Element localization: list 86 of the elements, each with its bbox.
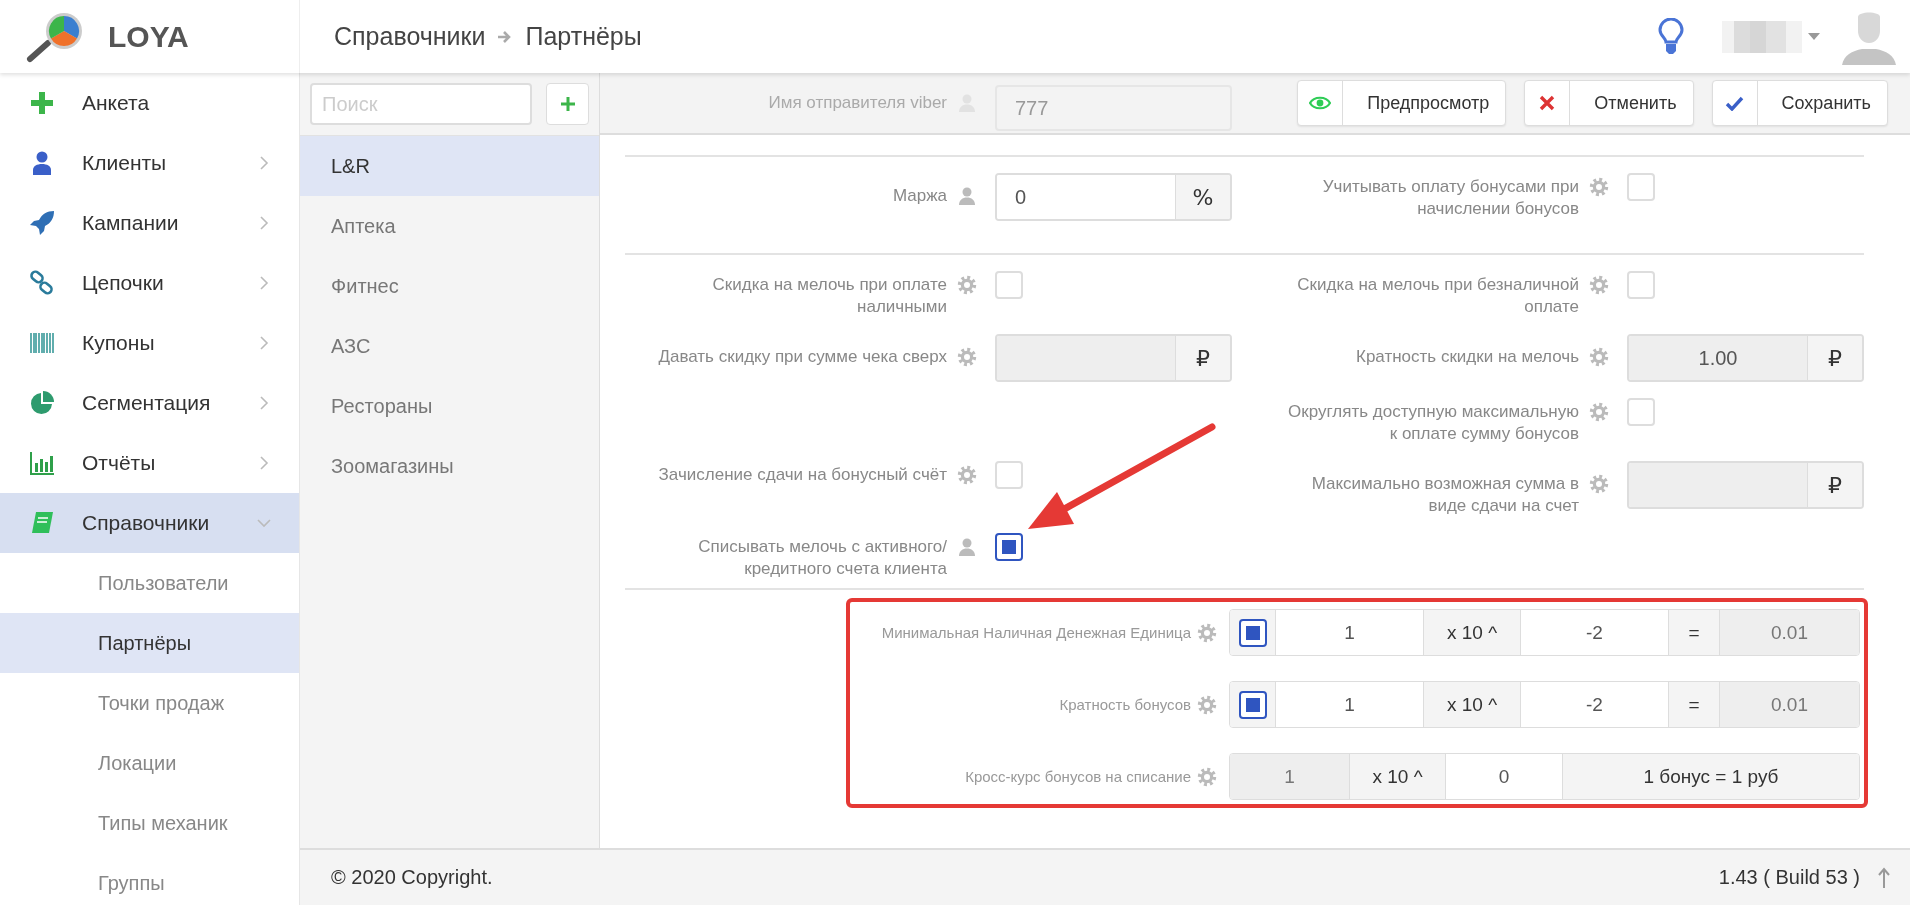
equals-sign: = — [1668, 682, 1719, 727]
number-field: 1 — [1230, 754, 1349, 799]
field-label: Давать скидку при сумме чека сверх — [657, 346, 947, 368]
field-label: Кросс-курс бонусов на списание — [964, 768, 1191, 785]
partner-item[interactable]: Рестораны — [300, 376, 599, 436]
lightbulb-icon — [1658, 17, 1684, 56]
field-label: Маржа — [891, 185, 947, 207]
field-label: Списывать мелочь с активного/кредитного счета клиента — [697, 536, 947, 580]
check-icon — [1725, 95, 1745, 111]
gear-icon — [1589, 474, 1609, 494]
gear-icon — [1197, 766, 1217, 787]
blurred-username[interactable] — [1722, 20, 1802, 53]
sidebar-item[interactable]: Клиенты — [0, 133, 299, 193]
rocket-icon — [29, 210, 55, 236]
partner-item[interactable]: Аптека — [300, 196, 599, 256]
logo-text: LOYA — [108, 19, 189, 54]
gear-icon — [1589, 402, 1609, 422]
sidebar-subitem[interactable]: Группы — [0, 853, 299, 905]
checkbox[interactable] — [1238, 618, 1267, 647]
gear-icon — [957, 275, 977, 295]
cancel-button[interactable]: Отменить — [1524, 80, 1694, 126]
gear-icon — [1589, 275, 1609, 295]
field-label: Зачисление сдачи на бонусный счёт — [657, 464, 947, 486]
result-field: 0.01 — [1719, 610, 1859, 655]
field-label: Округлять доступную максимальную к оплате сумму бонусов — [1287, 401, 1579, 445]
sidebar-subitem[interactable]: Типы механик — [0, 793, 299, 853]
partner-item[interactable]: Фитнес — [300, 256, 599, 316]
input-field[interactable]: 0 % — [995, 173, 1232, 221]
person-icon — [957, 186, 977, 206]
gear-icon — [957, 347, 977, 367]
field-label: Имя отправителя viber — [767, 93, 947, 113]
sidebar-item[interactable]: Сегментация — [0, 373, 299, 433]
breadcrumb-item[interactable]: Справочники — [334, 22, 486, 51]
field-label: Максимально возможная сумма в виде сдачи на счет — [1310, 473, 1579, 517]
add-button[interactable] — [546, 83, 589, 125]
eye-icon — [1309, 95, 1332, 111]
sidebar-item[interactable]: Кампании — [0, 193, 299, 253]
barcode-icon — [29, 330, 55, 356]
sidebar-item[interactable]: Анкета — [0, 73, 299, 133]
pie-chart-icon — [29, 390, 55, 416]
checkbox[interactable] — [995, 533, 1023, 561]
plus-icon — [29, 90, 55, 116]
multiplier-text: x 10 ^ — [1349, 754, 1445, 799]
partner-item[interactable]: L&R — [300, 136, 599, 196]
field-label: Кратность скидки на мелочь — [1355, 346, 1579, 368]
sidebar-item[interactable]: Купоны — [0, 313, 299, 373]
checkbox-cell[interactable] — [1230, 682, 1275, 727]
field-label: Кратность бонусов — [1058, 696, 1191, 713]
sidebar-item[interactable]: Отчёты — [0, 433, 299, 493]
arrow-up-icon — [1878, 866, 1890, 889]
person-icon — [957, 537, 977, 557]
sidebar-subitem[interactable]: Точки продаж — [0, 673, 299, 733]
checkbox[interactable] — [1238, 690, 1267, 719]
sidebar-subitem[interactable]: Партнёры — [0, 613, 299, 673]
close-icon — [1539, 95, 1556, 111]
plus-icon — [560, 97, 575, 111]
field-label: Скидка на мелочь при безналичной оплате — [1296, 274, 1579, 318]
sidebar-item[interactable]: Цепочки — [0, 253, 299, 313]
sidebar-item[interactable]: Справочники — [0, 493, 299, 553]
equals-sign: = — [1668, 610, 1719, 655]
checkbox-cell[interactable] — [1230, 610, 1275, 655]
multiplier-text: x 10 ^ — [1423, 610, 1520, 655]
gear-icon — [1197, 622, 1217, 643]
result-field: 0.01 — [1719, 682, 1859, 727]
gear-icon — [1589, 347, 1609, 367]
sidebar-subitem[interactable]: Локации — [0, 733, 299, 793]
gear-icon — [1589, 177, 1609, 197]
gear-icon — [957, 465, 977, 485]
partner-item[interactable]: АЗС — [300, 316, 599, 376]
gear-icon — [1197, 694, 1217, 715]
preview-button[interactable]: Предпросмотр — [1297, 80, 1507, 126]
copyright-text: © 2020 Copyright. — [331, 866, 493, 889]
save-button[interactable]: Сохранить — [1711, 80, 1888, 126]
field-label: Скидка на мелочь при оплате наличными — [711, 274, 947, 318]
bar-chart-icon — [29, 450, 55, 476]
sidebar-subitem[interactable]: Пользователи — [0, 553, 299, 613]
book-icon — [29, 510, 55, 536]
partner-item[interactable]: Зоомагазины — [300, 436, 599, 496]
breadcrumb-item: Партнёры — [525, 22, 642, 51]
field-label: Минимальная Наличная Денежная Единица — [880, 624, 1191, 641]
chain-icon — [29, 270, 55, 296]
multiplier-text: x 10 ^ — [1423, 682, 1520, 727]
caret-down-icon — [1808, 33, 1820, 40]
version-text: 1.43 ( Build 53 ) — [1718, 866, 1860, 889]
rate-text: 1 бонус = 1 руб — [1562, 754, 1859, 799]
field-label: Учитывать оплату бонусами при начислении бонусов — [1321, 176, 1579, 220]
